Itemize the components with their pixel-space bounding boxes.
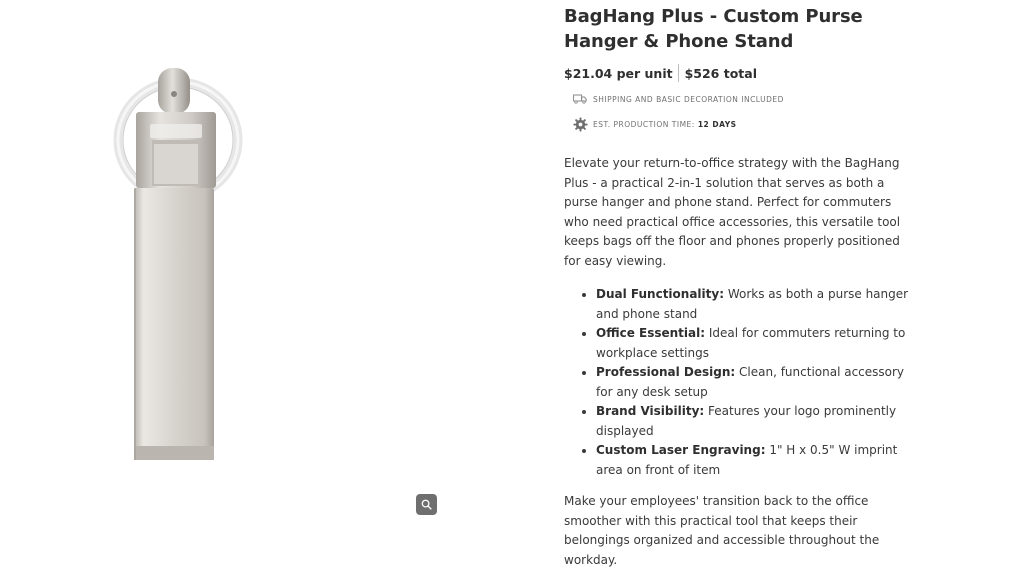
shipping-text: Shipping and basic decoration included <box>593 94 784 104</box>
zoom-button[interactable] <box>416 494 437 515</box>
price-total: $526 total <box>684 65 757 81</box>
feature-item: Office Essential: Ideal for commuters re… <box>596 324 916 363</box>
price-divider <box>677 64 679 82</box>
product-info: BagHang Plus - Custom Purse Hanger & Pho… <box>564 4 916 570</box>
magnifier-icon <box>421 499 432 510</box>
production-value: 12 days <box>697 119 737 129</box>
feature-label: Professional Design: <box>596 365 736 379</box>
production-label: Est. production time: <box>593 119 695 129</box>
product-image <box>113 68 243 460</box>
product-description: Elevate your return-to-office strategy w… <box>564 156 901 268</box>
production-time: Est. production time: 12 days <box>572 116 916 132</box>
product-title: BagHang Plus - Custom Purse Hanger & Pho… <box>564 6 863 52</box>
price-row: $21.04 per unit $526 total <box>564 63 916 83</box>
feature-label: Brand Visibility: <box>596 404 705 418</box>
feature-item: Custom Laser Engraving: 1" H x 0.5" W im… <box>596 441 916 480</box>
price-per-unit: $21.04 per unit <box>564 65 673 81</box>
product-media <box>0 0 450 577</box>
truck-icon <box>572 91 588 107</box>
closing-paragraph: Make your employees' transition back to … <box>564 494 880 567</box>
feature-item: Dual Functionality: Works as both a purs… <box>596 285 916 324</box>
feature-list: Dual Functionality: Works as both a purs… <box>564 285 916 480</box>
feature-label: Custom Laser Engraving: <box>596 443 766 457</box>
feature-label: Office Essential: <box>596 326 706 340</box>
feature-item: Brand Visibility: Features your logo pro… <box>596 402 916 441</box>
product-page: BagHang Plus - Custom Purse Hanger & Pho… <box>0 0 1024 577</box>
shipping-note: Shipping and basic decoration included <box>572 92 916 106</box>
gear-icon <box>572 116 588 132</box>
feature-label: Dual Functionality: <box>596 287 725 301</box>
feature-item: Professional Design: Clean, functional a… <box>596 363 916 402</box>
